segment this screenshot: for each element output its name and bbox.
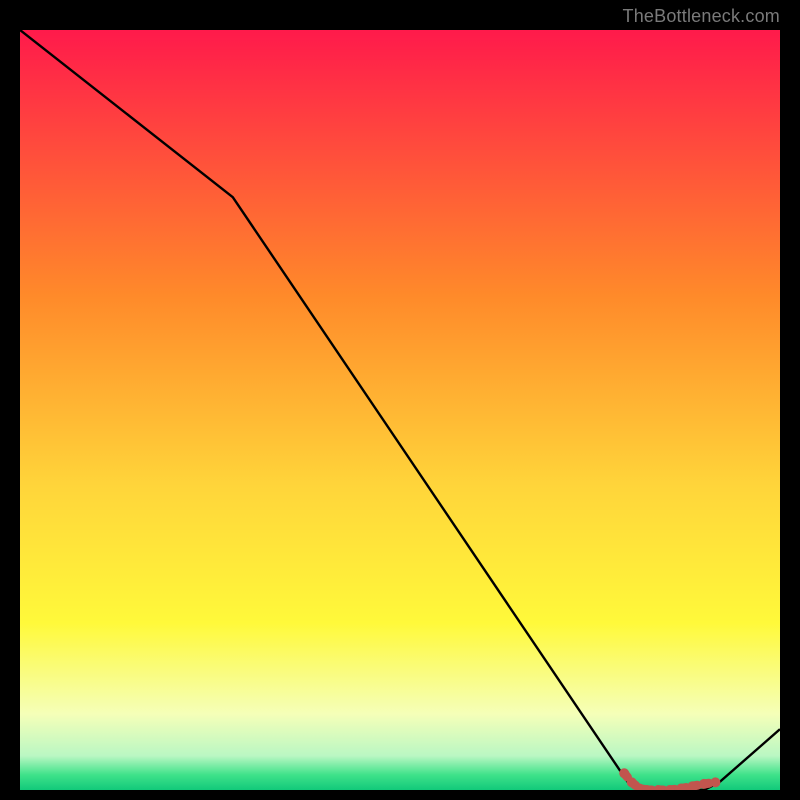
attribution-text: TheBottleneck.com [623,6,780,27]
bottleneck-chart [20,30,780,790]
chart-gradient-background [20,30,780,790]
